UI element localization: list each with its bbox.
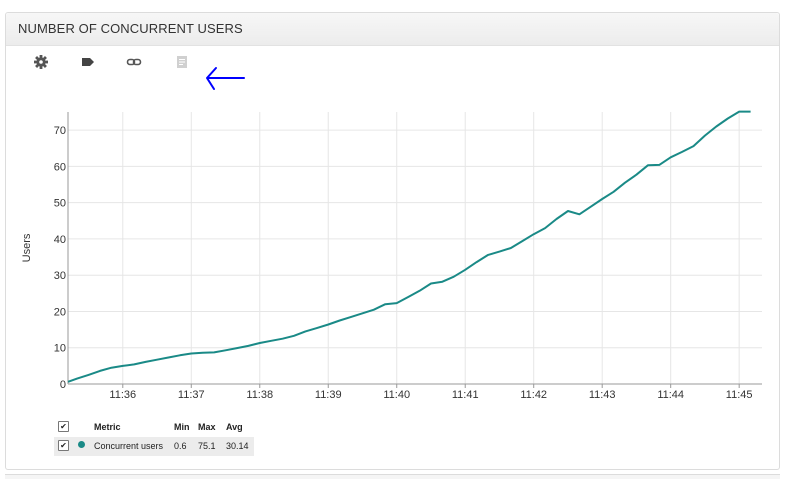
legend-header-avg: Avg bbox=[226, 422, 243, 432]
chart-legend: ✔ Metric Min Max Avg ✔ Concurrent users … bbox=[54, 418, 254, 456]
legend-select-all-checkbox[interactable]: ✔ bbox=[58, 421, 69, 432]
x-tick-label: 11:41 bbox=[452, 389, 479, 401]
y-axis-label: Users bbox=[21, 233, 33, 262]
grid-lines bbox=[68, 112, 762, 384]
y-tick-label: 40 bbox=[54, 234, 66, 246]
y-tick-label: 0 bbox=[60, 379, 66, 391]
x-tick-label: 11:39 bbox=[315, 389, 342, 401]
series-layer bbox=[67, 110, 751, 383]
x-tick-label: 11:45 bbox=[726, 389, 753, 401]
legend-avg-value: 30.14 bbox=[226, 441, 249, 451]
x-tick-label: 11:38 bbox=[246, 389, 273, 401]
legend-header-metric: Metric bbox=[94, 422, 121, 432]
y-tick-label: 70 bbox=[54, 125, 66, 137]
axes bbox=[67, 112, 762, 388]
series-line-concurrent-users bbox=[67, 110, 751, 383]
x-tick-label: 11:37 bbox=[178, 389, 205, 401]
legend-row-checkbox[interactable]: ✔ bbox=[58, 440, 69, 451]
legend-row-concurrent-users[interactable]: ✔ Concurrent users 0.6 75.1 30.14 bbox=[54, 437, 254, 456]
x-tick-label: 11:36 bbox=[109, 389, 136, 401]
x-tick-label: 11:43 bbox=[589, 389, 616, 401]
y-tick-label: 50 bbox=[54, 198, 66, 210]
y-tick-label: 30 bbox=[54, 270, 66, 282]
legend-header-row: ✔ Metric Min Max Avg bbox=[54, 418, 254, 437]
x-tick-label: 11:42 bbox=[520, 389, 547, 401]
y-tick-label: 60 bbox=[54, 161, 66, 173]
y-tick-label: 20 bbox=[54, 306, 66, 318]
x-tick-label: 11:40 bbox=[383, 389, 410, 401]
legend-header-min: Min bbox=[174, 422, 190, 432]
series-color-dot bbox=[78, 441, 85, 448]
legend-max-value: 75.1 bbox=[198, 441, 216, 451]
line-chart: 0 10 20 30 40 50 60 70 11:36 11:37 11:38 11:39 11:40… bbox=[21, 110, 762, 401]
x-tick-label: 11:44 bbox=[657, 389, 684, 401]
next-panel-edge bbox=[5, 474, 780, 479]
legend-header-max: Max bbox=[198, 422, 216, 432]
legend-metric-name: Concurrent users bbox=[94, 441, 164, 451]
legend-min-value: 0.6 bbox=[174, 441, 187, 451]
y-tick-label: 10 bbox=[54, 343, 66, 355]
